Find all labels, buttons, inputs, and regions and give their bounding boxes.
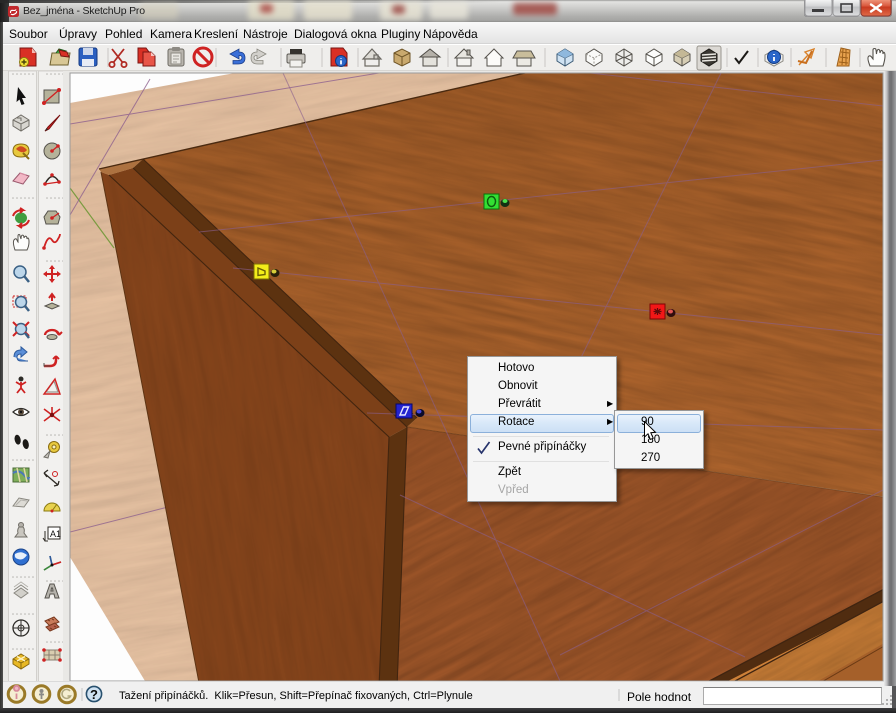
svg-text:?: ? <box>90 687 98 702</box>
svg-text:A1: A1 <box>50 529 61 539</box>
